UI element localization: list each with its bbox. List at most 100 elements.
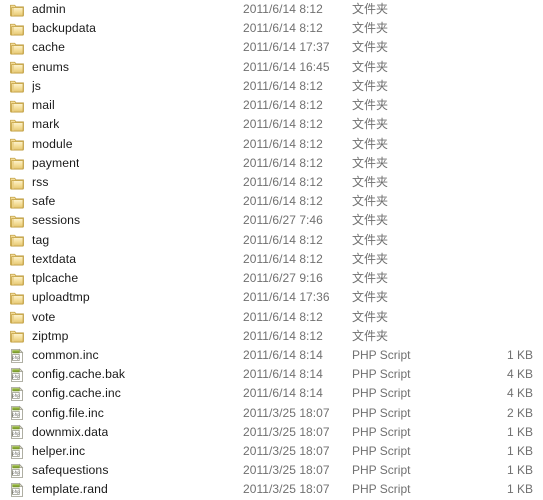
file-list-row[interactable]: payment 2011/6/14 8:12 文件夹 xyxy=(0,153,543,173)
item-name-label: safequestions xyxy=(32,463,109,478)
file-list-row[interactable]: php common.inc 2011/6/14 8:14 PHP Script 1 K… xyxy=(0,345,543,366)
item-name-label: safe xyxy=(32,194,56,209)
cell-name[interactable]: rss xyxy=(9,173,243,192)
file-list-row[interactable]: tag 2011/6/14 8:12 文件夹 xyxy=(0,230,543,250)
php-file-icon: php xyxy=(9,463,25,479)
item-name-label: sessions xyxy=(32,213,81,228)
cell-name[interactable]: safe xyxy=(9,192,243,211)
item-date-modified: 2011/6/14 17:36 xyxy=(243,290,330,305)
cell-name[interactable]: php template.rand xyxy=(9,480,243,499)
file-list-row[interactable]: tplcache 2011/6/27 9:16 文件夹 xyxy=(0,269,543,289)
item-type: PHP Script xyxy=(352,482,411,497)
file-list-row[interactable]: js 2011/6/14 8:12 文件夹 xyxy=(0,76,543,97)
item-date-modified: 2011/6/14 16:45 xyxy=(243,59,330,74)
item-date-modified: 2011/3/25 18:07 xyxy=(243,444,330,459)
item-type: 文件夹 xyxy=(352,98,389,113)
file-list-row[interactable]: safe 2011/6/14 8:12 文件夹 xyxy=(0,192,543,212)
file-list-row[interactable]: php safequestions 2011/3/25 18:07 PHP Scrip… xyxy=(0,461,543,481)
cell-name[interactable]: php downmix.data xyxy=(9,423,243,442)
cell-name[interactable]: sessions xyxy=(9,211,243,230)
cell-name[interactable]: payment xyxy=(9,154,243,173)
folder-icon xyxy=(9,98,25,114)
cell-name[interactable]: admin xyxy=(9,0,243,19)
item-type: 文件夹 xyxy=(352,2,389,16)
file-list-row[interactable]: php template.rand 2011/3/25 18:07 PHP Scrip… xyxy=(0,480,543,500)
php-file-icon: php xyxy=(9,424,25,440)
item-type: PHP Script xyxy=(352,424,411,439)
item-type: PHP Script xyxy=(352,367,411,382)
file-list-row[interactable]: php config.cache.inc 2011/6/14 8:14 PHP Scr… xyxy=(0,384,543,404)
cell-name[interactable]: module xyxy=(9,135,243,154)
item-type: 文件夹 xyxy=(352,174,389,189)
item-size: 1 KB xyxy=(506,444,533,459)
item-name-label: config.file.inc xyxy=(32,405,104,420)
item-size: 4 KB xyxy=(506,386,533,401)
php-file-icon: php xyxy=(9,386,25,402)
file-list-row[interactable]: php config.file.inc 2011/3/25 18:07 PHP Scr… xyxy=(0,403,543,423)
item-date-modified: 2011/3/25 18:07 xyxy=(243,424,330,439)
item-type: 文件夹 xyxy=(352,213,389,228)
cell-name[interactable]: php config.cache.inc xyxy=(9,384,243,403)
item-date-modified: 2011/6/27 9:16 xyxy=(243,271,323,286)
svg-text:php: php xyxy=(12,412,20,417)
file-list-row[interactable]: backupdata 2011/6/14 8:12 文件夹 xyxy=(0,19,543,39)
cell-name[interactable]: enums xyxy=(9,58,243,77)
item-date-modified: 2011/6/14 8:12 xyxy=(243,309,323,324)
cell-name[interactable]: vote xyxy=(9,308,243,327)
cell-name[interactable]: php config.cache.bak xyxy=(9,365,243,384)
cell-name[interactable]: php helper.inc xyxy=(9,442,243,461)
cell-name[interactable]: js xyxy=(9,77,243,96)
folder-icon xyxy=(9,40,25,56)
item-date-modified: 2011/6/14 8:12 xyxy=(243,328,323,343)
file-list-row[interactable]: mail 2011/6/14 8:12 文件夹 xyxy=(0,96,543,116)
item-name-label: admin xyxy=(32,2,66,16)
php-file-icon: php xyxy=(9,482,25,498)
file-list-row[interactable]: php config.cache.bak 2011/6/14 8:14 PHP Scr… xyxy=(0,365,543,385)
cell-name[interactable]: mark xyxy=(9,115,243,134)
file-list-row[interactable]: php downmix.data 2011/3/25 18:07 PHP Script… xyxy=(0,422,543,443)
cell-name[interactable]: php common.inc xyxy=(9,346,243,365)
item-date-modified: 2011/6/14 8:12 xyxy=(243,194,323,209)
file-list-row[interactable]: rss 2011/6/14 8:12 文件夹 xyxy=(0,172,543,193)
cell-name[interactable]: textdata xyxy=(9,250,243,269)
cell-name[interactable]: tplcache xyxy=(9,269,243,288)
file-list-row[interactable]: ziptmp 2011/6/14 8:12 文件夹 xyxy=(0,326,543,346)
file-list-row[interactable]: module 2011/6/14 8:12 文件夹 xyxy=(0,134,543,154)
file-list-row[interactable]: enums 2011/6/14 16:45 文件夹 xyxy=(0,57,543,77)
item-size: 1 KB xyxy=(506,424,533,439)
item-date-modified: 2011/6/14 8:12 xyxy=(243,117,323,132)
cell-name[interactable]: tag xyxy=(9,231,243,250)
cell-name[interactable]: backupdata xyxy=(9,19,243,38)
folder-icon xyxy=(9,328,25,344)
file-list-row[interactable]: cache 2011/6/14 17:37 文件夹 xyxy=(0,38,543,58)
item-type: PHP Script xyxy=(352,405,411,420)
item-name-label: cache xyxy=(32,40,66,55)
folder-icon xyxy=(9,175,25,191)
folder-icon xyxy=(9,136,25,152)
folder-icon xyxy=(9,213,25,229)
file-list-row[interactable]: php helper.inc 2011/3/25 18:07 PHP Script 1 … xyxy=(0,442,543,462)
file-list[interactable]: admin 2011/6/14 8:12 文件夹 backupdata 2011/6/1… xyxy=(0,0,543,500)
item-size: 1 KB xyxy=(506,347,533,362)
item-name-label: tag xyxy=(32,232,50,247)
item-size: 1 KB xyxy=(506,463,533,478)
cell-name[interactable]: mail xyxy=(9,96,243,115)
folder-icon xyxy=(9,155,25,171)
file-list-row[interactable]: uploadtmp 2011/6/14 17:36 文件夹 xyxy=(0,288,543,308)
item-name-label: rss xyxy=(32,174,49,189)
item-name-label: helper.inc xyxy=(32,444,86,459)
item-type: 文件夹 xyxy=(352,117,389,132)
cell-name[interactable]: php config.file.inc xyxy=(9,404,243,423)
file-list-row[interactable]: textdata 2011/6/14 8:12 文件夹 xyxy=(0,249,543,270)
item-name-label: uploadtmp xyxy=(32,290,90,305)
cell-name[interactable]: php safequestions xyxy=(9,461,243,480)
item-type: 文件夹 xyxy=(352,194,389,209)
cell-name[interactable]: uploadtmp xyxy=(9,288,243,307)
cell-name[interactable]: ziptmp xyxy=(9,327,243,346)
cell-name[interactable]: cache xyxy=(9,38,243,57)
file-list-row[interactable]: vote 2011/6/14 8:12 文件夹 xyxy=(0,307,543,327)
file-list-row[interactable]: sessions 2011/6/27 7:46 文件夹 xyxy=(0,211,543,231)
item-name-label: tplcache xyxy=(32,271,79,286)
file-list-row[interactable]: admin 2011/6/14 8:12 文件夹 xyxy=(0,0,543,20)
file-list-row[interactable]: mark 2011/6/14 8:12 文件夹 xyxy=(0,115,543,135)
